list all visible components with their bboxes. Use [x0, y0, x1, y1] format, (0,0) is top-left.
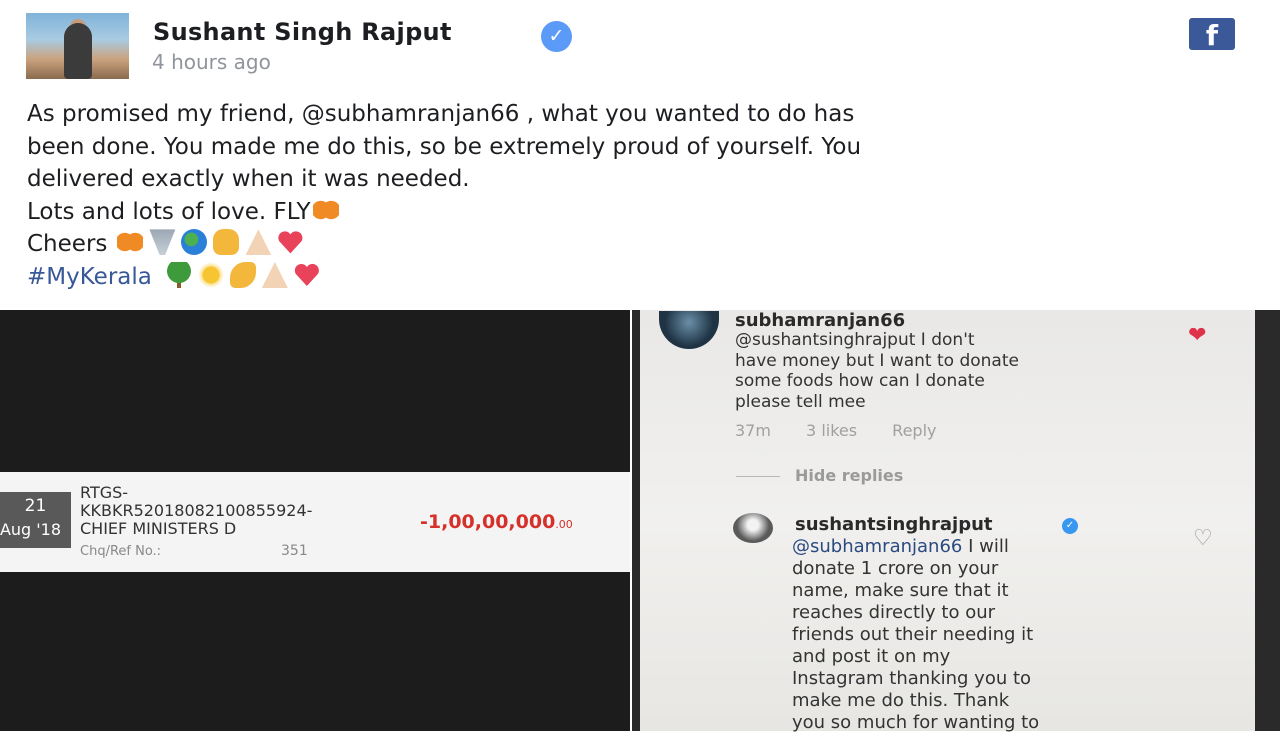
comment1-line: have money but I want to donate — [735, 350, 1019, 371]
tree-emoji — [165, 261, 192, 288]
comment2-line: donate 1 crore on your — [792, 558, 999, 579]
comment2-first-line: @subhamranjan66 I will — [792, 536, 1039, 558]
comment2-line: and post it on my — [792, 646, 951, 667]
post-text: As promised my friend, @subhamranjan66 ,… — [27, 98, 861, 294]
fist-emoji — [213, 229, 240, 256]
desc-line: KKBKR52018082100855924- — [80, 501, 313, 520]
comment2-line: reaches directly to our — [792, 602, 996, 623]
butterfly-emoji — [117, 229, 144, 256]
comment1-line: please tell mee — [735, 391, 866, 412]
reply-avatar[interactable] — [733, 513, 773, 543]
desc-line: CHIEF MINISTERS D — [80, 519, 237, 538]
transaction-amount: -1,00,00,000.00 — [420, 511, 573, 533]
comment1-likes[interactable]: 3 likes — [806, 421, 857, 440]
transaction-description: RTGS- KKBKR52018082100855924- CHIEF MINI… — [80, 484, 312, 538]
comment2-first-line-rest: I will — [962, 536, 1009, 557]
avatar-figure — [64, 23, 92, 79]
post-line-6: #MyKerala — [27, 261, 861, 294]
verified-badge-icon: ✓ — [1062, 518, 1078, 534]
globe-emoji — [181, 229, 208, 256]
post-line-2: been done. You made me do this, so be ex… — [27, 133, 862, 160]
comment2-line: name, make sure that it — [792, 580, 1009, 601]
sun-emoji — [197, 261, 224, 288]
amount-value: -1,00,00,000 — [420, 511, 556, 533]
comment1-username[interactable]: subhamranjan66 — [735, 310, 905, 331]
author-name[interactable]: Sushant Singh Rajput — [153, 18, 452, 46]
facebook-logo-icon[interactable]: f — [1189, 18, 1235, 50]
transaction-day: 21 — [24, 496, 47, 516]
transaction-month-year: Aug '18 — [0, 520, 62, 539]
post-line-4: Lots and lots of love. FLY — [27, 196, 861, 229]
pray-emoji — [245, 229, 272, 256]
heart-emoji — [277, 229, 303, 255]
heart-emoji — [294, 262, 320, 288]
ref-value: 351 — [281, 543, 308, 559]
muscle-emoji — [229, 261, 256, 288]
comment1-text: @sushantsinghrajput I don't have money b… — [735, 330, 1019, 412]
pray-emoji — [261, 261, 288, 288]
transaction-date: 21 Aug '18 — [0, 492, 71, 548]
post-timestamp[interactable]: 4 hours ago — [152, 50, 271, 74]
post-header: Sushant Singh Rajput ✓ 4 hours ago f As … — [0, 0, 1280, 310]
post-line-4-text: Lots and lots of love. FLY — [27, 198, 311, 225]
hashtag-link[interactable]: #MyKerala — [27, 264, 152, 290]
desc-line: RTGS- — [80, 483, 129, 502]
hide-replies-button[interactable]: Hide replies — [795, 466, 903, 485]
tornado-emoji — [149, 229, 176, 256]
ref-label: Chq/Ref No.: — [80, 544, 162, 559]
post-line-3: delivered exactly when it was needed. — [27, 166, 470, 193]
comment2-text: @subhamranjan66 I will donate 1 crore on… — [792, 536, 1039, 734]
post-line-1: As promised my friend, @subhamranjan66 ,… — [27, 101, 855, 127]
heart-outline-icon[interactable]: ♡ — [1193, 527, 1213, 549]
amount-decimals: .00 — [555, 518, 573, 531]
author-avatar[interactable] — [26, 13, 129, 79]
cheers-text: Cheers — [27, 231, 108, 258]
comment1-line: some foods how can I donate — [735, 371, 985, 391]
comment2-username[interactable]: sushantsinghrajput — [795, 514, 993, 535]
comment2-line: Instagram thanking you to — [792, 668, 1032, 689]
reply-button[interactable]: Reply — [892, 421, 936, 440]
post-line-5: Cheers — [27, 228, 861, 261]
comment2-line: make me do this. Thank — [792, 690, 1010, 711]
comment1-time: 37m — [735, 421, 771, 440]
mention-link[interactable]: @subhamranjan66 — [792, 536, 962, 557]
comment1-line: @sushantsinghrajput I don't — [735, 330, 975, 350]
heart-icon[interactable]: ❤ — [1188, 324, 1212, 346]
hide-replies-divider — [736, 476, 780, 477]
comment2-line: friends out their needing it — [792, 624, 1034, 645]
butterfly-emoji — [312, 196, 339, 223]
verified-badge-icon: ✓ — [541, 21, 572, 52]
comment1-meta: 37m 3 likes Reply — [735, 421, 966, 440]
